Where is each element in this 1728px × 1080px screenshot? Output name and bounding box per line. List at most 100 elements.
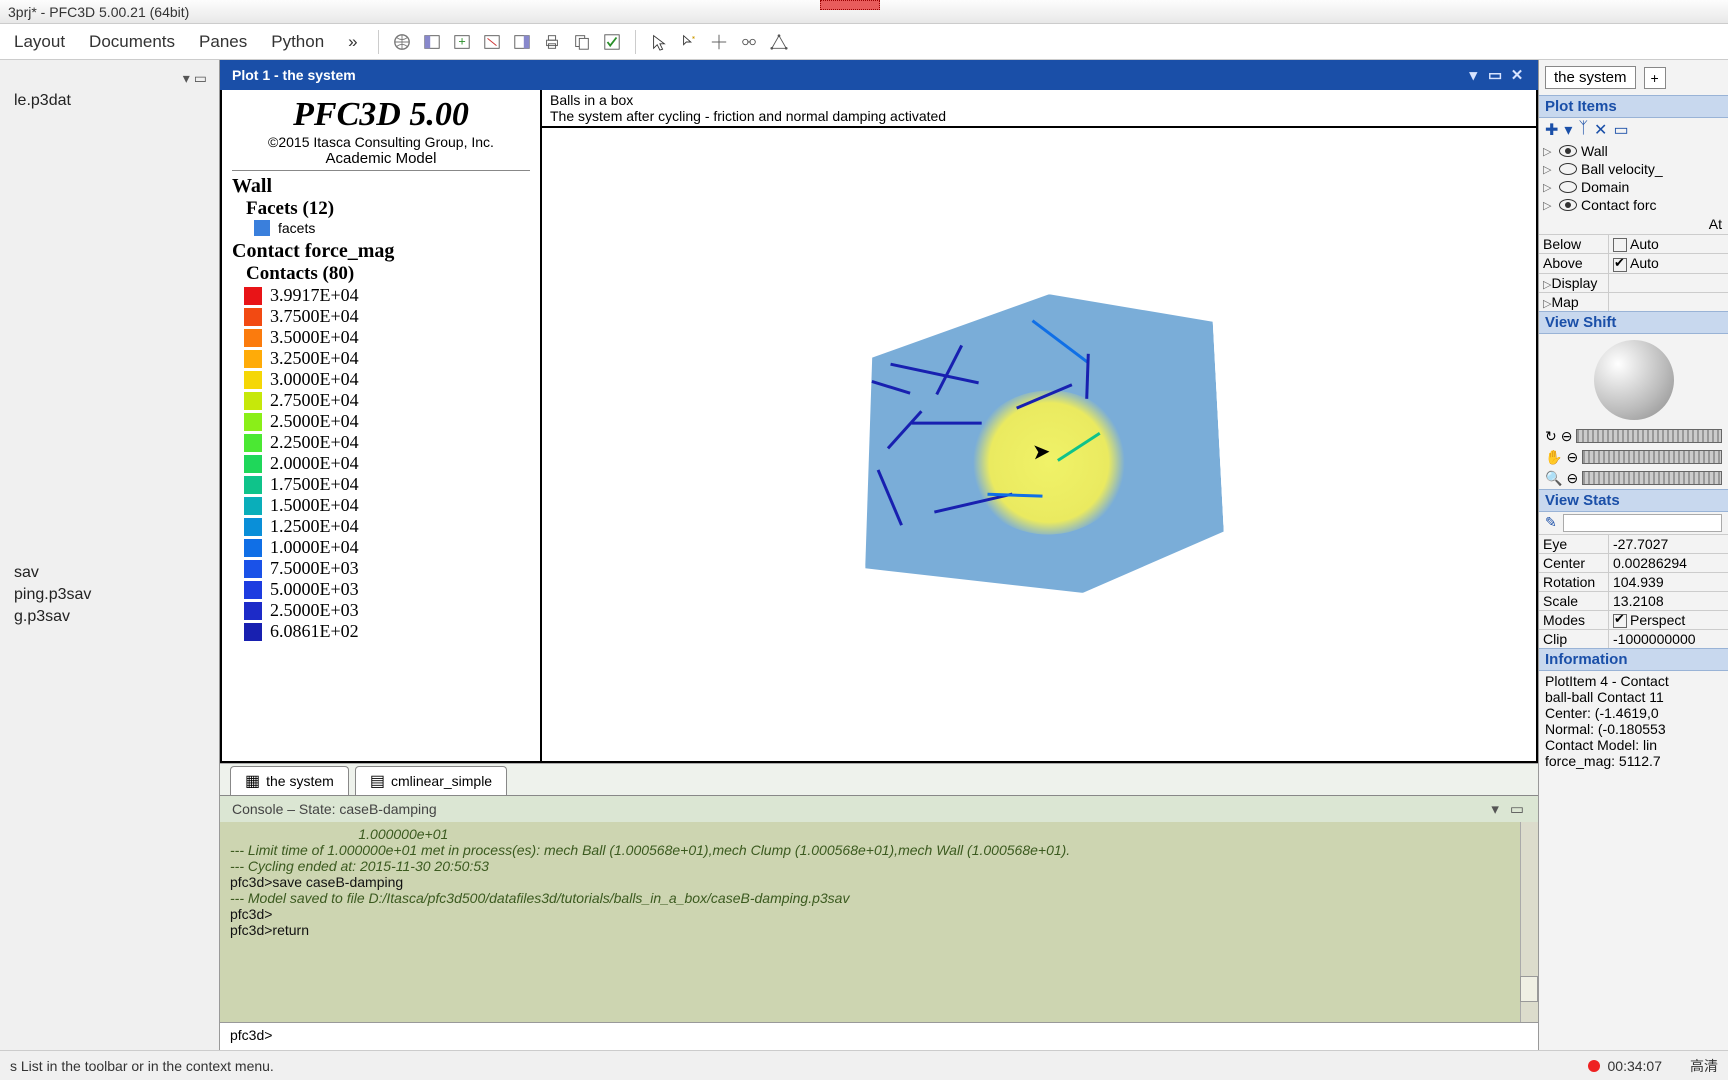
scale-color (244, 497, 262, 515)
zoom-slider[interactable]: 🔍⊖ (1539, 468, 1728, 489)
console-scrollbar[interactable] (1520, 822, 1538, 1022)
visibility-icon[interactable] (1559, 199, 1577, 211)
copy-icon[interactable] (569, 29, 595, 55)
plot-body: PFC3D 5.00 ©2015 Itasca Consulting Group… (220, 90, 1538, 763)
tree-item[interactable]: ▷Ball velocity_ (1539, 160, 1728, 178)
scale-color (244, 371, 262, 389)
expand-icon[interactable]: ▷ (1543, 199, 1555, 212)
print-icon[interactable] (539, 29, 565, 55)
console-line: --- Model saved to file D:/Itasca/pfc3d5… (230, 890, 1528, 906)
hd-label[interactable]: 高清 (1690, 1056, 1718, 1076)
prop-value[interactable]: Auto (1609, 254, 1728, 272)
scale-color (244, 308, 262, 326)
menu-documents[interactable]: Documents (79, 28, 185, 56)
menu-panes[interactable]: Panes (189, 28, 257, 56)
file-item[interactable]: le.p3dat (6, 90, 213, 112)
add-tab-button[interactable]: + (1644, 67, 1666, 89)
view-shift-header: View Shift (1539, 311, 1728, 334)
dropdown-icon[interactable]: ▾ (1564, 120, 1572, 140)
tree-item[interactable]: ▷Domain (1539, 178, 1728, 196)
checkbox[interactable] (1613, 258, 1627, 272)
stat-value[interactable]: 104.939 (1609, 573, 1728, 591)
stats-tool-icon[interactable]: ✎ (1545, 514, 1557, 532)
tree-item[interactable]: ▷Contact forc (1539, 196, 1728, 214)
contact-line (877, 469, 903, 525)
stat-value[interactable]: -27.7027 (1609, 535, 1728, 553)
prop-value[interactable]: Auto (1609, 235, 1728, 253)
menu-python[interactable]: Python (261, 28, 334, 56)
pane-right-icon[interactable] (509, 29, 535, 55)
toolbar-sep (635, 30, 636, 54)
prop-value[interactable] (1609, 274, 1728, 292)
prop-value[interactable] (1609, 293, 1728, 311)
plot-items-header: Plot Items (1539, 95, 1728, 118)
visibility-icon[interactable] (1559, 181, 1577, 193)
file-item[interactable]: g.p3sav (6, 606, 213, 628)
visibility-icon[interactable] (1559, 145, 1577, 157)
file-item[interactable]: ping.p3sav (6, 584, 213, 606)
rotate-slider[interactable]: ↻⊖ (1539, 426, 1728, 447)
tree-item[interactable]: ▷Wall (1539, 142, 1728, 160)
visibility-icon[interactable] (1559, 163, 1577, 175)
copy-icon[interactable]: ▭ (1613, 120, 1628, 140)
expand-icon[interactable]: ▷ (1543, 181, 1555, 194)
console-line: --- Limit time of 1.000000e+01 met in pr… (230, 842, 1528, 858)
stat-value[interactable]: Perspect (1609, 611, 1728, 629)
view-stats-header: View Stats (1539, 489, 1728, 512)
trackball[interactable] (1594, 340, 1674, 420)
dropdown-icon[interactable]: ▾ (1486, 800, 1504, 818)
tab-cmlinear[interactable]: ▤ cmlinear_simple (355, 766, 507, 795)
expand-icon[interactable]: ▷ (1543, 145, 1555, 158)
pane-add-icon[interactable]: + (449, 29, 475, 55)
add-icon[interactable]: ✚ (1545, 120, 1558, 140)
tab-the-system[interactable]: ▦ the system (230, 766, 349, 795)
stats-input[interactable] (1563, 514, 1722, 532)
globe-icon[interactable] (389, 29, 415, 55)
minimize-icon[interactable]: ▾ (1464, 66, 1482, 84)
stat-value[interactable]: 0.00286294 (1609, 554, 1728, 572)
scale-value: 1.0000E+04 (270, 537, 359, 558)
menu-more[interactable]: » (338, 28, 367, 56)
right-pane: the system + Plot Items ✚ ▾ ᛉ ✕ ▭ ▷Wall▷… (1538, 60, 1728, 1050)
delete-icon[interactable]: ✕ (1594, 120, 1607, 140)
scrollbar-thumb[interactable] (1520, 976, 1538, 1002)
cursor-spark-icon[interactable] (676, 29, 702, 55)
stat-value[interactable]: 13.2108 (1609, 592, 1728, 610)
checkbox[interactable] (1613, 238, 1627, 252)
cursor-icon[interactable] (646, 29, 672, 55)
checkbox[interactable] (1613, 614, 1627, 628)
scale-value: 2.2500E+04 (270, 432, 359, 453)
maximize-icon[interactable]: ▭ (194, 70, 207, 87)
restore-icon[interactable]: ▭ (1486, 66, 1504, 84)
stat-value[interactable]: -1000000000 (1609, 630, 1728, 648)
stat-row: Scale13.2108 (1539, 591, 1728, 610)
link-icon[interactable] (736, 29, 762, 55)
file-item[interactable]: sav (6, 562, 213, 584)
crosshair-icon[interactable] (706, 29, 732, 55)
expand-icon[interactable]: ▷ (1543, 163, 1555, 176)
console-prompt[interactable]: pfc3d> (220, 1022, 1538, 1050)
prop-row: ▷Map (1539, 292, 1728, 311)
scale-row: 1.5000E+04 (232, 495, 530, 516)
console-output[interactable]: 1.000000e+01--- Limit time of 1.000000e+… (220, 822, 1538, 1022)
menu-layout[interactable]: Layout (4, 28, 75, 56)
slider-track[interactable] (1576, 429, 1722, 443)
scale-row: 2.5000E+03 (232, 600, 530, 621)
filter-icon[interactable]: ᛉ (1578, 120, 1588, 140)
viz-canvas[interactable]: ➤ (542, 128, 1536, 761)
dropdown-icon[interactable]: ▾ (183, 70, 190, 87)
scale-value: 3.0000E+04 (270, 369, 359, 390)
pane-close-icon[interactable] (479, 29, 505, 55)
pan-slider[interactable]: ✋⊖ (1539, 447, 1728, 468)
facets-header: Facets (12) (232, 198, 530, 220)
slider-track[interactable] (1582, 471, 1722, 485)
rp-tab[interactable]: the system (1545, 66, 1636, 89)
check-icon[interactable] (599, 29, 625, 55)
restore-icon[interactable]: ▭ (1508, 800, 1526, 818)
triangle-icon[interactable] (766, 29, 792, 55)
toolbar-sep (378, 30, 379, 54)
slider-track[interactable] (1582, 450, 1722, 464)
close-icon[interactable]: ✕ (1508, 66, 1526, 84)
minus-icon: ⊖ (1566, 449, 1578, 466)
pane-left-icon[interactable] (419, 29, 445, 55)
